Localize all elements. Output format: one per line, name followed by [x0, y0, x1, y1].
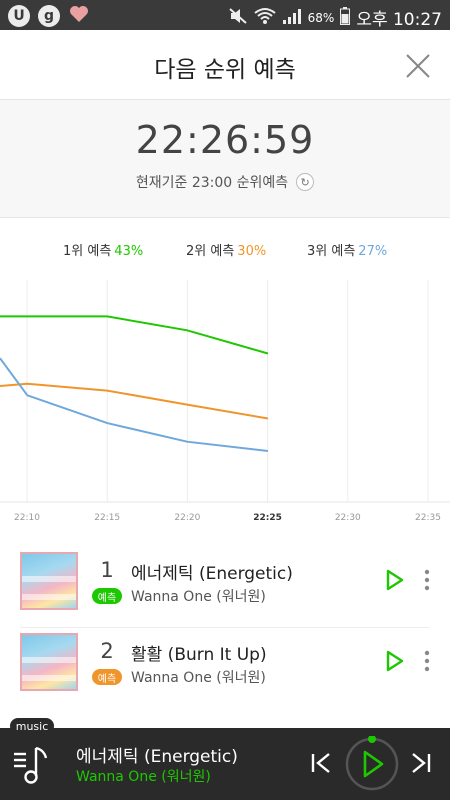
x-tick-label: 22:20 — [174, 513, 200, 523]
system-status: 68% 오후 10:27 — [228, 5, 442, 30]
more-options-button[interactable] — [420, 647, 434, 675]
x-tick-label: 22:10 — [14, 513, 40, 523]
legend-label: 3위 예측 — [307, 244, 356, 259]
heart-icon — [68, 4, 90, 28]
song-title: 활활 (Burn It Up) — [131, 645, 267, 665]
song-artist: Wanna One (워너원) — [131, 589, 266, 605]
now-playing-artist: Wanna One (워너원) — [76, 769, 211, 785]
prediction-badge: 예측 — [92, 669, 122, 685]
legend-rank-2: 2위 예측 30% — [186, 240, 266, 259]
close-icon — [406, 54, 430, 78]
app-u-icon: U — [8, 5, 30, 27]
play-button[interactable] — [380, 647, 408, 675]
series-line — [0, 315, 269, 355]
play-button[interactable] — [380, 566, 408, 594]
x-tick-label: 22:35 — [415, 513, 441, 523]
legend-value: 43% — [114, 244, 144, 259]
more-vertical-icon — [424, 650, 430, 672]
player-play-button[interactable] — [344, 735, 400, 792]
legend-value: 27% — [358, 244, 388, 259]
refresh-icon: ↻ — [300, 175, 310, 189]
countdown-clock: 22:26:59 — [135, 118, 315, 162]
x-tick-label: 22:30 — [335, 513, 361, 523]
rank-number: 1 — [100, 558, 114, 582]
album-art — [20, 633, 78, 691]
prediction-chart: 22:10 22:15 22:20 22:25 22:30 22:35 — [0, 280, 450, 523]
skip-previous-icon — [311, 753, 330, 773]
next-button[interactable] — [408, 750, 434, 776]
refresh-button[interactable]: ↻ — [296, 173, 315, 191]
close-button[interactable] — [404, 52, 432, 80]
series-line — [0, 357, 269, 452]
chart-legend: 1위 예측 43% 2위 예측 30% 3위 예측 27% — [0, 240, 450, 260]
header: 다음 순위 예측 — [0, 30, 450, 100]
legend-label: 1위 예측 — [63, 244, 112, 259]
play-icon — [386, 569, 404, 591]
skip-next-icon — [412, 753, 431, 773]
basis-label: 현재기준 23:00 순위예측 — [135, 175, 289, 191]
song-artist: Wanna One (워너원) — [131, 670, 266, 686]
playlist-button[interactable] — [12, 746, 54, 786]
song-row-2[interactable]: 2 예측 활활 (Burn It Up) Wanna One (워너원) — [0, 633, 450, 709]
legend-rank-3: 3위 예측 27% — [307, 240, 387, 259]
previous-button[interactable] — [308, 750, 334, 776]
battery-icon — [340, 6, 351, 29]
now-playing-title: 에너제틱 (Energetic) — [76, 747, 238, 767]
song-title: 에너제틱 (Energetic) — [131, 564, 293, 584]
app-g-icon: g — [38, 5, 60, 27]
clock-time: 오후 10:27 — [356, 10, 442, 30]
legend-rank-1: 1위 예측 43% — [63, 240, 143, 259]
play-icon — [386, 650, 404, 672]
mute-icon — [228, 7, 248, 29]
music-tag: music — [10, 718, 54, 734]
prediction-badge: 예측 — [92, 588, 122, 604]
row-divider — [20, 627, 430, 628]
notification-icons: U g — [8, 4, 90, 28]
x-tick-label: 22:25 — [253, 513, 282, 523]
more-options-button[interactable] — [420, 566, 434, 594]
album-art — [20, 552, 78, 610]
page-title: 다음 순위 예측 — [154, 57, 296, 83]
wifi-icon — [254, 7, 276, 29]
battery-percent: 68% — [307, 10, 335, 25]
signal-icon — [282, 7, 302, 29]
countdown-panel: 22:26:59 현재기준 23:00 순위예측 ↻ — [0, 100, 450, 218]
mini-player[interactable]: 에너제틱 (Energetic) Wanna One (워너원) — [0, 728, 450, 800]
status-bar: U g 68% 오후 10:27 — [0, 0, 450, 30]
more-vertical-icon — [424, 569, 430, 591]
play-circle-icon — [345, 735, 399, 791]
legend-label: 2위 예측 — [186, 244, 235, 259]
x-tick-label: 22:15 — [94, 513, 120, 523]
rank-number: 2 — [100, 639, 114, 663]
series-line — [0, 382, 269, 420]
song-row-1[interactable]: 1 예측 에너제틱 (Energetic) Wanna One (워너원) — [0, 552, 450, 628]
legend-value: 30% — [237, 244, 267, 259]
playlist-music-icon — [14, 746, 48, 784]
prediction-basis: 현재기준 23:00 순위예측 ↻ — [0, 172, 450, 192]
